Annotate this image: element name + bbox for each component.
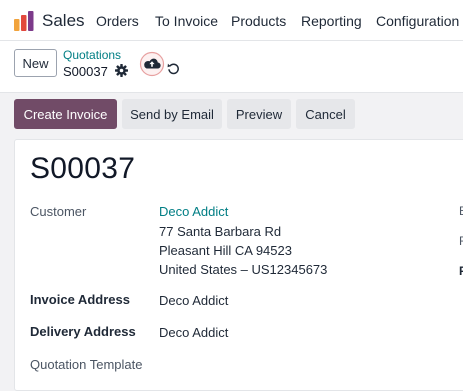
right-column-label: F [459, 234, 463, 248]
breadcrumb-quotations[interactable]: Quotations [63, 48, 121, 62]
cloud-upload-icon [139, 51, 165, 77]
customer-address-line: 77 Santa Barbara Rd [159, 224, 282, 239]
form-sheet: S00037 Customer Deco Addict 77 Santa Bar… [14, 139, 463, 391]
new-button[interactable]: New [14, 49, 57, 77]
invoice-address-field[interactable]: Deco Addict [159, 293, 228, 308]
customer-address-line: United States – US12345673 [159, 262, 328, 277]
save-button[interactable] [139, 51, 165, 77]
undo-icon[interactable] [167, 62, 180, 75]
record-name: S00037 [63, 64, 108, 79]
menu-products[interactable]: Products [231, 13, 286, 29]
preview-button[interactable]: Preview [227, 99, 291, 129]
menu-configuration[interactable]: Configuration [376, 13, 459, 29]
create-invoice-button[interactable]: Create Invoice [14, 99, 117, 129]
send-by-email-button[interactable]: Send by Email [122, 99, 222, 129]
record-title: S00037 [30, 152, 136, 185]
sales-app-icon[interactable] [14, 11, 34, 31]
cancel-button[interactable]: Cancel [296, 99, 355, 129]
customer-field[interactable]: Deco Addict [159, 204, 228, 219]
menu-orders[interactable]: Orders [96, 13, 139, 29]
quotation-template-label: Quotation Template [30, 357, 143, 372]
menu-to-invoice[interactable]: To Invoice [155, 13, 218, 29]
delivery-address-label: Delivery Address [30, 324, 136, 339]
delivery-address-field[interactable]: Deco Addict [159, 325, 228, 340]
right-column-label: F [459, 264, 463, 278]
action-bar: Create Invoice Send by Email Preview Can… [0, 93, 463, 137]
customer-label: Customer [30, 204, 87, 219]
top-navbar: Sales Orders To Invoice Products Reporti… [0, 0, 463, 41]
app-name[interactable]: Sales [42, 11, 85, 31]
control-panel: New Quotations S00037 [0, 41, 463, 93]
customer-address-line: Pleasant Hill CA 94523 [159, 243, 292, 258]
gear-icon[interactable] [115, 64, 128, 77]
menu-reporting[interactable]: Reporting [301, 13, 362, 29]
invoice-address-label: Invoice Address [30, 292, 130, 307]
right-column-label: E [459, 204, 463, 218]
